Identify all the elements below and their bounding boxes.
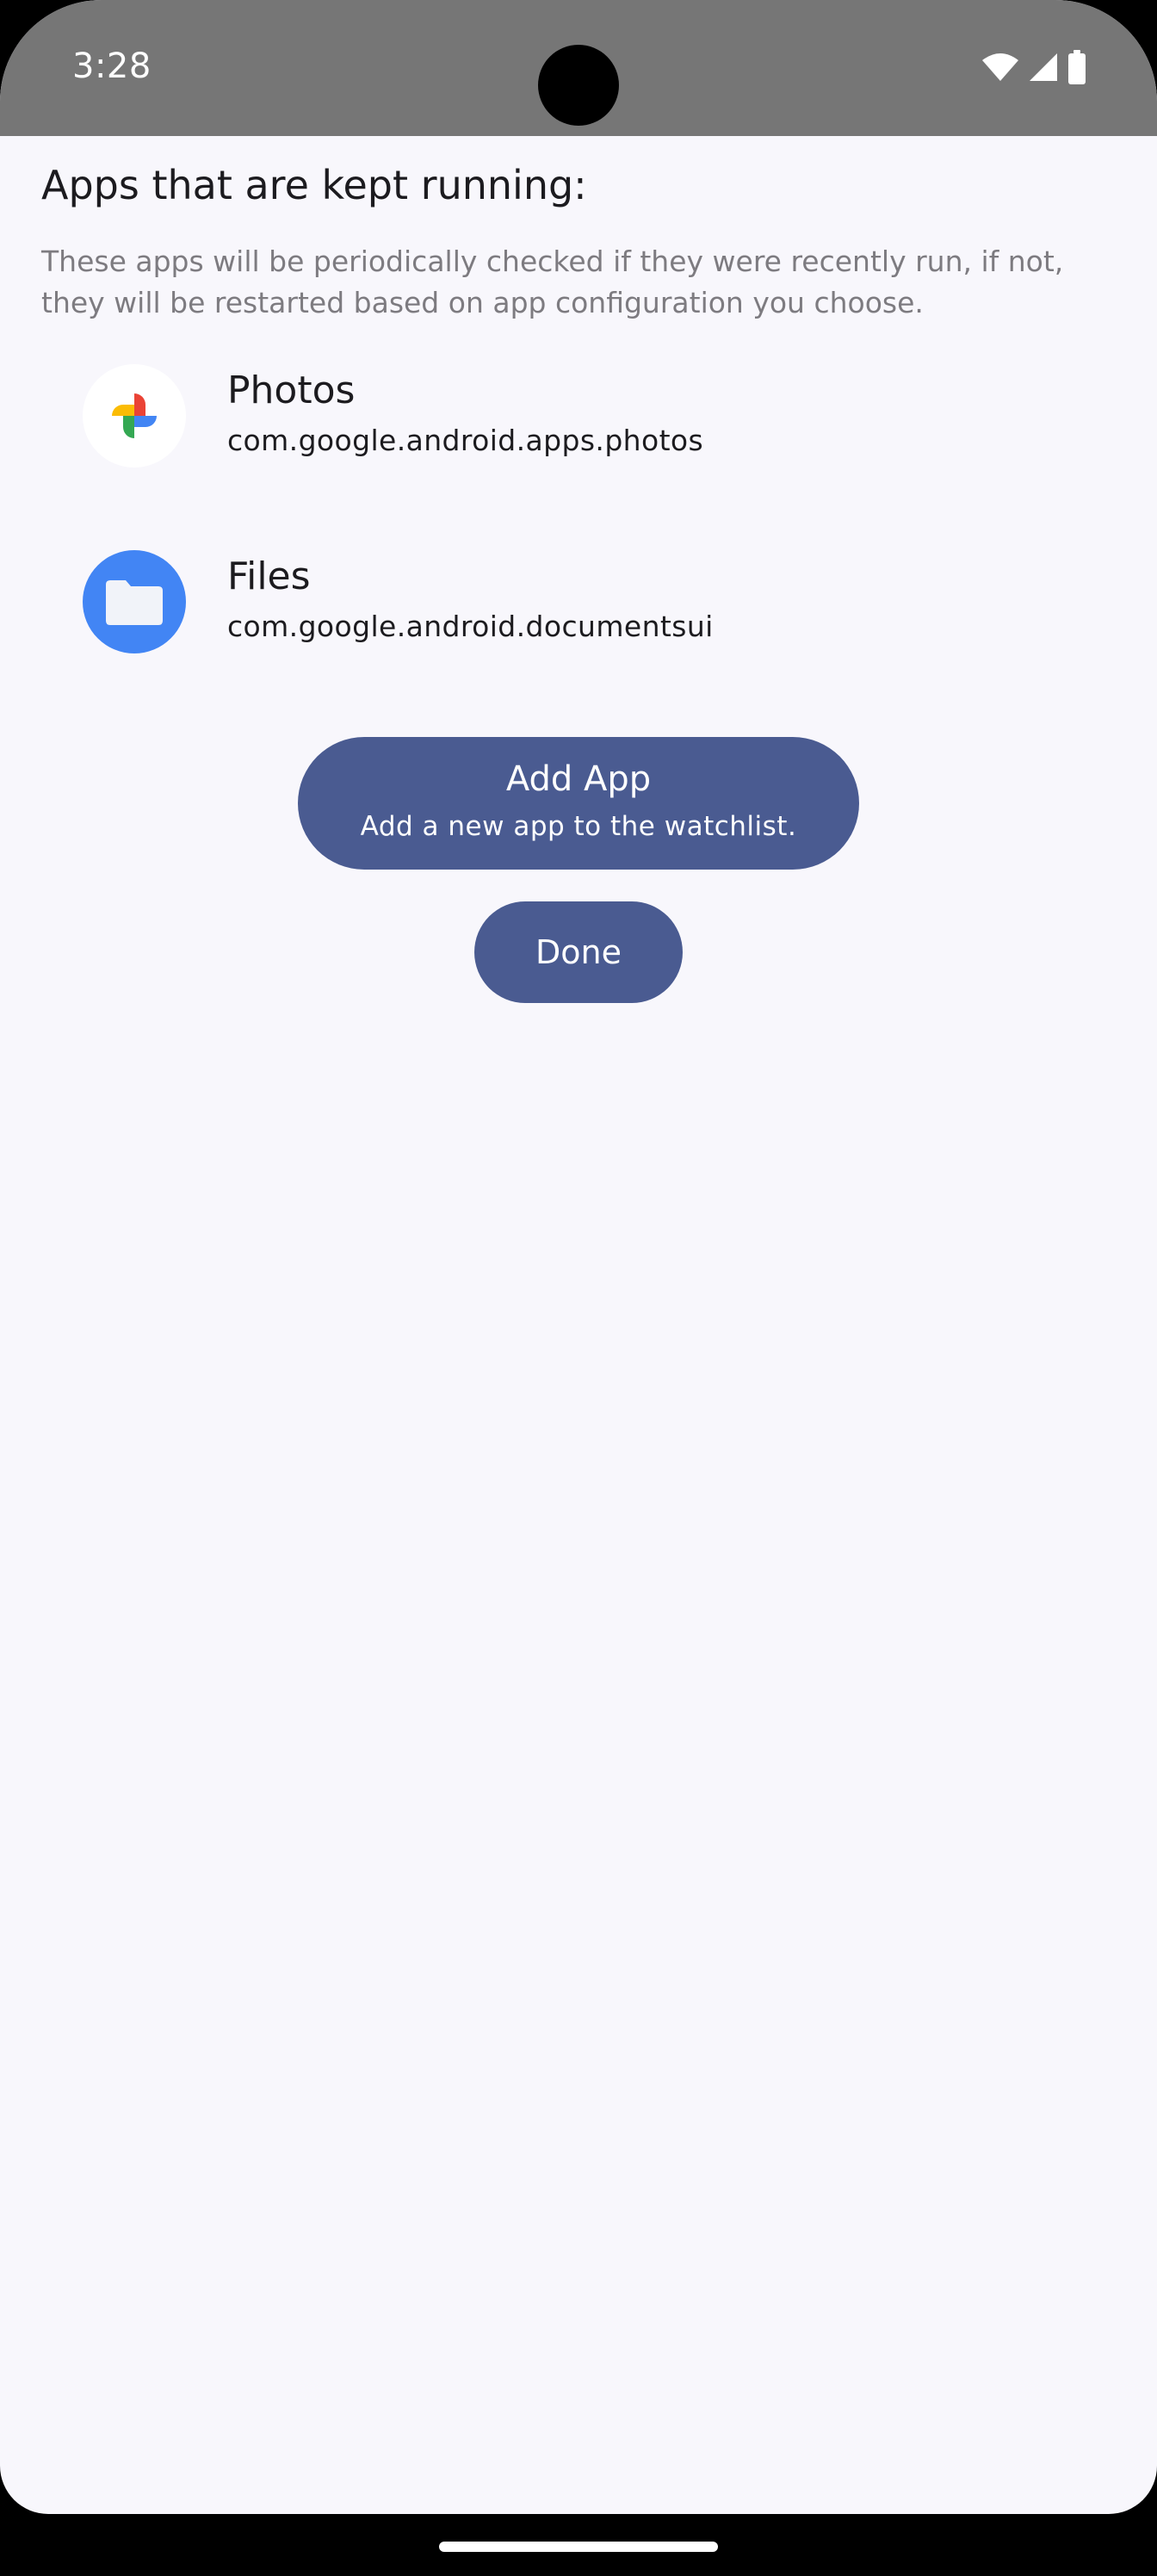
app-name: Photos <box>227 368 356 412</box>
app-package-name: com.google.android.documentsui <box>227 610 714 643</box>
status-bar: 3:28 <box>0 0 1157 136</box>
files-folder-icon <box>83 550 186 653</box>
add-app-sublabel: Add a new app to the watchlist. <box>360 811 797 842</box>
app-screen: 3:28 Apps that are kept running: These a… <box>0 0 1157 2514</box>
status-icons <box>981 50 1086 84</box>
battery-icon <box>1067 50 1086 84</box>
status-time: 3:28 <box>72 46 152 86</box>
camera-cutout <box>538 45 619 126</box>
page-title: Apps that are kept running: <box>41 162 587 208</box>
list-item-photos[interactable]: Photos com.google.android.apps.photos <box>0 362 1157 534</box>
page-description: These apps will be periodically checked … <box>41 245 1064 319</box>
add-app-button[interactable]: Add App Add a new app to the watchlist. <box>298 737 859 870</box>
done-button[interactable]: Done <box>474 901 683 1003</box>
wifi-icon <box>981 52 1019 83</box>
app-package-name: com.google.android.apps.photos <box>227 424 704 457</box>
app-name: Files <box>227 554 311 598</box>
gesture-navigation-bar[interactable] <box>439 2542 718 2552</box>
cellular-signal-icon <box>1028 52 1059 83</box>
google-photos-icon <box>83 364 186 468</box>
list-item-files[interactable]: Files com.google.android.documentsui <box>0 548 1157 720</box>
add-app-label: Add App <box>505 759 652 799</box>
